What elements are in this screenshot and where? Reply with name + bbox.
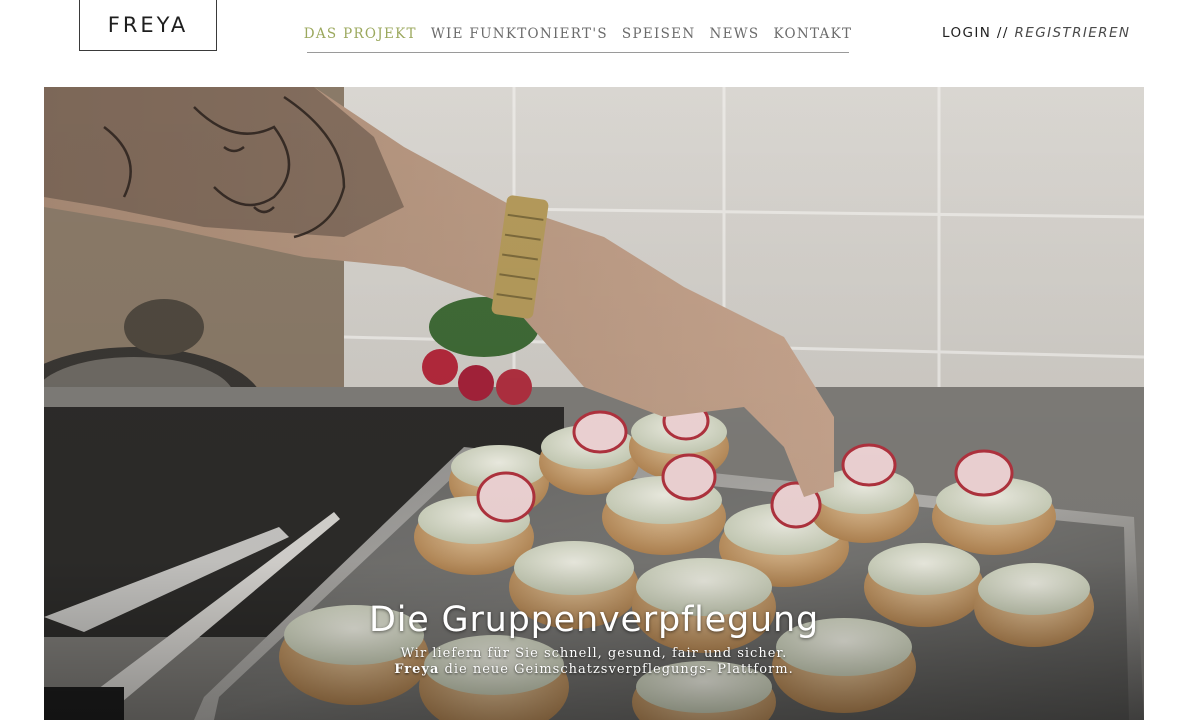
nav-item-speisen[interactable]: SPEISEN [622, 18, 696, 42]
auth-separator: // [991, 25, 1015, 41]
hero-banner: Die Gruppenverpflegung Wir liefern für S… [44, 87, 1144, 720]
auth-links: LOGIN // REGISTRIEREN [942, 25, 1130, 41]
logo-text: FREYA [107, 12, 189, 37]
hero-subtitle-line-1: Wir liefern für Sie schnell, gesund, fai… [400, 646, 788, 661]
nav-item-news[interactable]: NEWS [709, 18, 759, 42]
login-link[interactable]: LOGIN [942, 25, 991, 41]
hero-subtitle-rest: die neue Geimschatzsverpflegungs- Plattf… [439, 662, 794, 677]
logo[interactable]: FREYA [79, 0, 217, 51]
nav-item-das-projekt[interactable]: DAS PROJEKT [304, 18, 417, 42]
hero-title: Die Gruppenverpflegung [368, 600, 819, 640]
nav-item-kontakt[interactable]: KONTAKT [773, 18, 852, 42]
register-link[interactable]: REGISTRIEREN [1015, 25, 1131, 41]
main-nav: DAS PROJEKT WIE FUNKTONIERT'S SPEISEN NE… [304, 18, 852, 53]
hero-subtitle-line-2: Freya die neue Geimschatzsverpflegungs- … [44, 662, 1144, 677]
hero-brand-name: Freya [394, 662, 440, 677]
nav-item-wie-funktionierts[interactable]: WIE FUNKTONIERT'S [431, 18, 608, 42]
